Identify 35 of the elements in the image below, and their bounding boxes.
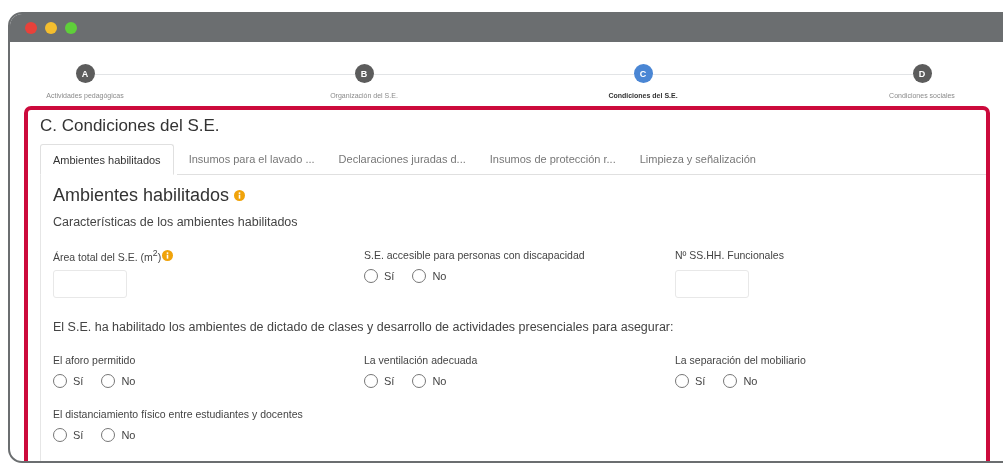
step-circle[interactable]: A [75,64,95,83]
minimize-dot-icon[interactable] [45,22,57,34]
field-label: Área total del S.E. (m$^{2}$) [53,247,162,263]
radio-option[interactable]: Sí [675,374,706,388]
radio-option[interactable]: Sí [53,428,84,442]
radio-option[interactable]: No [412,374,447,388]
field-label: La separación del mobiliario [675,354,806,366]
question-text: El S.E. ha habilitado los ambientes de dictado de clases y desarrollo de actividades presenciales para asegurar: [53,320,675,334]
info-icon[interactable] [162,249,174,261]
tab[interactable]: Declaraciones juradas d... [326,144,478,175]
panel-heading: Ambientes habilitados [53,185,230,206]
section-title: C. Condiciones del S.E. [40,116,221,136]
step-circle[interactable]: B [354,64,374,83]
field-label: El aforo permitido [53,354,136,366]
field-label: S.E. accesible para personas con discapacidad [364,249,585,261]
step-circle[interactable]: C [633,64,653,83]
radio-option[interactable]: Sí [364,374,395,388]
radio-option[interactable]: Sí [53,374,84,388]
tab[interactable]: Insumos para el lavado ... [176,144,327,175]
tab[interactable]: Insumos de protección r... [477,144,628,175]
radio-option[interactable]: Sí [364,269,395,283]
radio-option[interactable]: No [723,374,758,388]
radio-option[interactable]: No [101,428,136,442]
tab[interactable]: Ambientes habilitados [40,144,174,175]
field-label: El distanciamiento físico entre estudiantes y docentes [53,408,303,420]
radio-option[interactable]: No [101,374,136,388]
field-label: La ventilación adecuada [364,354,478,366]
radio-option[interactable]: No [412,269,447,283]
info-icon[interactable] [234,190,246,201]
maximize-dot-icon[interactable] [65,22,77,34]
tab[interactable]: Limpieza y señalización [627,144,768,175]
close-dot-icon[interactable] [25,22,37,34]
step-circle[interactable]: D [912,64,932,83]
panel-subtitle: Características de los ambientes habilitados [53,215,299,229]
field-label: Nº SS.HH. Funcionales [675,249,784,261]
